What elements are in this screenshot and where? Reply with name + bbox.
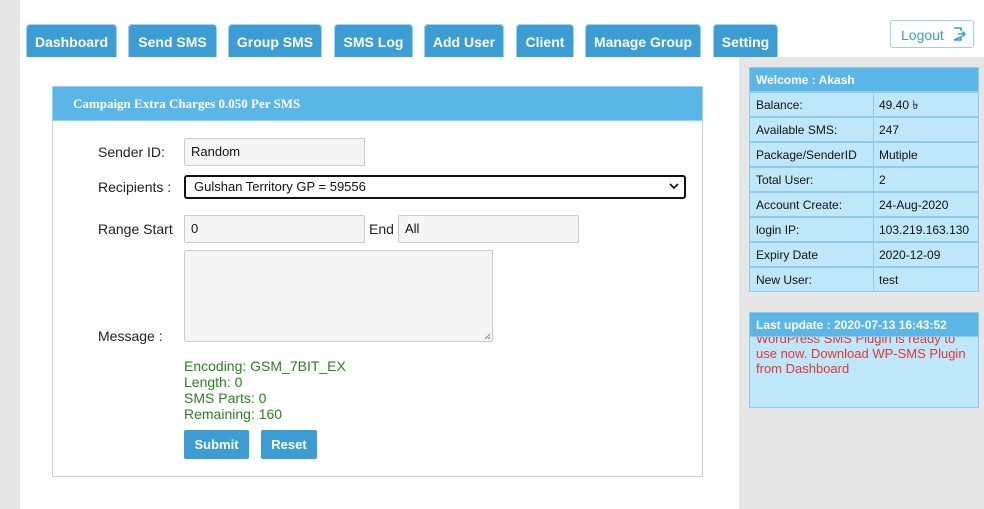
logout-button[interactable]: Logout (890, 20, 974, 48)
notice-marquee: WordPress SMS Plugin is ready to use now… (756, 336, 966, 376)
submit-button[interactable]: Submit (184, 430, 249, 459)
tab-group-sms[interactable]: Group SMS (228, 24, 322, 57)
sidebar-row-key: New User: (756, 273, 813, 287)
remaining-info: Remaining: 160 (184, 406, 283, 422)
cell-divider (873, 93, 874, 117)
cell-divider (873, 143, 874, 167)
sidebar-row-login-ip: login IP: 103.219.163.130 (749, 217, 979, 242)
sidebar-row-value: 24-Aug-2020 (879, 198, 949, 212)
sidebar-row-expiry-date: Expiry Date 2020-12-09 (749, 242, 979, 267)
tab-setting[interactable]: Setting (713, 24, 778, 57)
cell-divider (873, 168, 874, 192)
cell-divider (873, 268, 874, 292)
tab-sms-log[interactable]: SMS Log (334, 24, 413, 57)
recipients-select[interactable]: Gulshan Territory GP = 59556 (184, 175, 686, 199)
notice-box: WordPress SMS Plugin is ready to use now… (749, 336, 979, 408)
sidebar-row-key: Package/SenderID (756, 148, 857, 162)
sidebar-row-key: Available SMS: (756, 123, 838, 137)
sidebar-row-key: Account Create: (756, 198, 843, 212)
tab-manage-group[interactable]: Manage Group (585, 24, 701, 57)
cell-divider (873, 193, 874, 217)
sidebar-row-key: Balance: (756, 98, 803, 112)
sidebar-row-value: 49.40 ৳ (879, 98, 919, 112)
sidebar-row-new-user: New User: test (749, 267, 979, 292)
sidebar-row-key: login IP: (756, 223, 800, 237)
sidebar-row-package: Package/SenderID Mutiple (749, 142, 979, 167)
range-start-label: Range Start (98, 221, 173, 237)
range-end-label: End (369, 221, 394, 237)
sms-parts-info: SMS Parts: 0 (184, 390, 267, 406)
length-info: Length: 0 (184, 374, 243, 390)
range-end-field[interactable]: All (398, 215, 579, 243)
sidebar-row-balance: Balance: 49.40 ৳ (749, 92, 979, 117)
sidebar-row-value: 247 (879, 123, 900, 137)
sidebar-row-key: Expiry Date (756, 248, 819, 262)
panel-title: Campaign Extra Charges 0.050 Per SMS (52, 86, 703, 121)
welcome-header: Welcome : Akash (749, 67, 979, 92)
range-start-field[interactable]: 0 (184, 215, 365, 243)
reset-button[interactable]: Reset (261, 430, 317, 459)
tab-dashboard[interactable]: Dashboard (26, 24, 117, 57)
sidebar-row-value: 103.219.163.130 (879, 223, 970, 237)
logout-icon (953, 27, 966, 41)
sidebar-row-available-sms: Available SMS: 247 (749, 117, 979, 142)
sender-id-field[interactable]: Random (184, 138, 365, 166)
tab-add-user[interactable]: Add User (424, 24, 504, 57)
left-strip (0, 0, 20, 509)
cell-divider (873, 218, 874, 242)
sidebar-row-value: test (879, 273, 899, 287)
recipients-value: Gulshan Territory GP = 59556 (194, 179, 366, 194)
tab-send-sms[interactable]: Send SMS (128, 24, 217, 57)
sidebar-row-value: 2020-12-09 (879, 248, 941, 262)
logout-label: Logout (901, 27, 944, 43)
sender-id-label: Sender ID: (98, 144, 165, 160)
tab-client[interactable]: Client (516, 24, 574, 57)
cell-divider (873, 118, 874, 142)
resize-handle-icon[interactable] (483, 332, 491, 340)
sidebar-row-account-create: Account Create: 24-Aug-2020 (749, 192, 979, 217)
sidebar-row-value: Mutiple (879, 148, 918, 162)
sidebar-row-value: 2 (879, 173, 886, 187)
message-textarea[interactable] (184, 250, 493, 342)
sidebar-row-key: Total User: (756, 173, 814, 187)
encoding-info: Encoding: GSM_7BIT_EX (184, 358, 346, 374)
recipients-label: Recipients : (98, 179, 172, 195)
last-update-header: Last update : 2020-07-13 16:43:52 (749, 312, 979, 337)
cell-divider (873, 243, 874, 267)
message-label: Message : (98, 328, 163, 344)
sidebar-row-total-user: Total User: 2 (749, 167, 979, 192)
chevron-down-icon (669, 183, 679, 190)
